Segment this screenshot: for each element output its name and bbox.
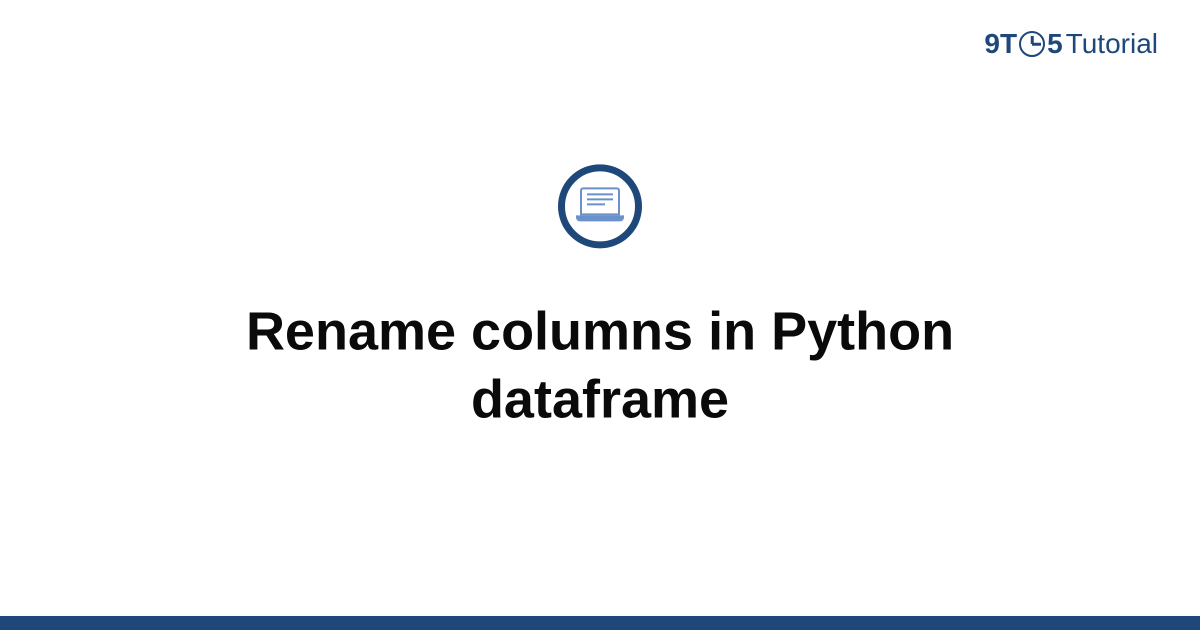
logo-text-5: 5 (1047, 28, 1063, 60)
page-title: Rename columns in Python dataframe (0, 298, 1200, 433)
logo-text-9t: 9T (984, 28, 1017, 60)
laptop-icon (576, 187, 624, 225)
logo-text-tutorial: Tutorial (1066, 28, 1158, 60)
site-logo: 9T 5 Tutorial (984, 28, 1158, 60)
main-content: Rename columns in Python dataframe (0, 164, 1200, 433)
footer-bar (0, 616, 1200, 630)
clock-icon (1019, 31, 1045, 57)
laptop-icon-circle (558, 164, 642, 248)
